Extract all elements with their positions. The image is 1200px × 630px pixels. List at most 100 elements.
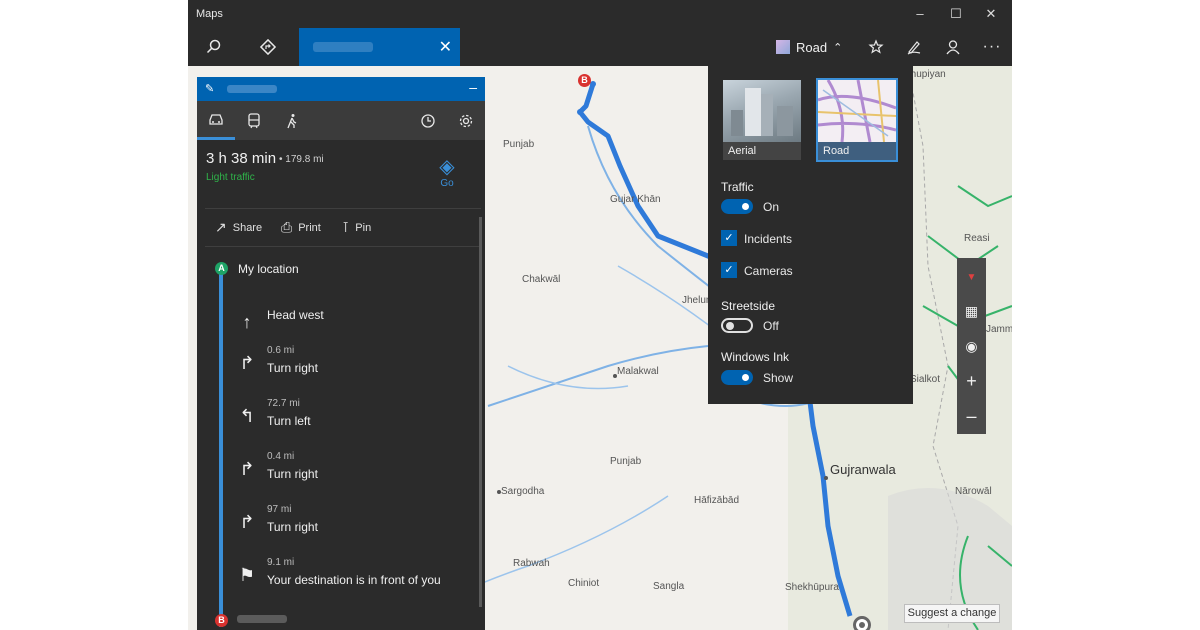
print-icon: ⎙ (281, 219, 293, 235)
scrollbar[interactable] (479, 217, 482, 607)
share-icon: ↗ (215, 219, 227, 235)
turn-left-icon: ↰ (239, 406, 255, 426)
location-marker[interactable] (853, 616, 871, 630)
tilt-3d-icon[interactable]: ▦ (957, 294, 986, 329)
favorites-icon[interactable] (856, 28, 896, 66)
share-label: Share (232, 221, 263, 234)
suggest-change-button[interactable]: Suggest a change (904, 604, 1000, 623)
road-thumbnail (817, 79, 897, 143)
directions-tab[interactable]: ✕ (299, 28, 460, 66)
ink-pen-icon[interactable] (894, 28, 934, 66)
directions-panel: ✎ – 3 h 38 min • 179.8 mi Light traffic … (197, 77, 485, 630)
navigate-icon: ◈ (439, 156, 455, 178)
directions-steps: A My location ↑ Head west ↱ 0.6 mi Turn … (197, 255, 485, 630)
destination-marker-b[interactable]: B (578, 74, 591, 87)
map-label-narowal: Nārowāl (955, 486, 992, 497)
close-window-icon[interactable]: ✕ (976, 4, 1006, 24)
maps-window: Maps – ☐ ✕ ✕ Road ⌃ ··· Shupiyan Punjab … (188, 0, 1012, 630)
edit-icon[interactable]: ✎ (205, 82, 214, 95)
map-label-jammu: Jammu (986, 324, 1012, 335)
go-label: Go (440, 178, 454, 189)
maximize-icon[interactable]: ☐ (941, 4, 971, 24)
redacted-text (313, 42, 373, 52)
walk-mode-icon[interactable] (273, 101, 311, 140)
toggle-knob (726, 322, 734, 330)
streetside-label: Streetside (721, 299, 776, 313)
step-item[interactable]: ↰ 72.7 mi Turn left (237, 398, 477, 442)
map-label-chakwal: Chakwāl (522, 274, 561, 285)
step-item[interactable]: ↱ 0.4 mi Turn right (237, 451, 477, 495)
transit-mode-icon[interactable] (235, 101, 273, 140)
end-marker-b: B (215, 614, 228, 627)
my-location-icon[interactable]: ◉ (957, 329, 986, 364)
pin-button[interactable]: ⊺ Pin (342, 219, 371, 236)
close-tab-icon[interactable]: ✕ (439, 37, 452, 57)
share-button[interactable]: ↗ Share (215, 219, 262, 236)
map-layers-flyout: Aerial Road Traffic On ✓ Incidents ✓ Cam… (708, 66, 913, 404)
step-distance: 0.6 mi (267, 345, 295, 356)
incidents-checkbox[interactable]: ✓ (721, 230, 737, 246)
road-style-option[interactable]: Road (816, 78, 898, 162)
map-dot-malakwal (613, 374, 617, 378)
step-item[interactable]: ↱ 97 mi Turn right (237, 504, 477, 548)
flag-icon: ⚑ (238, 565, 256, 585)
go-button[interactable]: ◈ Go (435, 156, 459, 189)
directions-icon[interactable] (248, 28, 288, 66)
aerial-thumbnail (723, 80, 801, 142)
map-label-reasi: Reasi (964, 233, 990, 244)
turn-right-icon: ↱ (239, 512, 255, 532)
account-icon[interactable] (933, 28, 973, 66)
turn-right-icon: ↱ (239, 459, 255, 479)
zoom-out-icon[interactable]: – (957, 399, 986, 434)
map-style-label: Road (796, 39, 828, 55)
step-instruction: Your destination is in front of you (267, 573, 441, 587)
chevron-up-icon: ⌃ (833, 41, 843, 54)
map-label-malakwal: Malakwal (617, 366, 659, 377)
map-label-hafizabad: Hāfizābād (694, 495, 740, 506)
title-bar: Maps – ☐ ✕ (188, 0, 1012, 28)
clock-icon[interactable] (409, 101, 447, 140)
step-distance: 0.4 mi (267, 451, 295, 462)
zoom-in-icon[interactable]: + (957, 364, 986, 399)
windows-ink-label: Windows Ink (721, 350, 790, 364)
map-label-gujar-khan: Gujar Khān (610, 194, 661, 205)
map-style-button[interactable]: Road ⌃ (776, 28, 842, 66)
compass-icon[interactable]: ▼ (957, 260, 986, 295)
map-label-rabwah: Rabwah (513, 558, 550, 569)
print-button[interactable]: ⎙ Print (281, 219, 321, 236)
search-icon[interactable] (194, 28, 234, 66)
map-label-punjab-2: Punjab (610, 456, 642, 467)
aerial-style-option[interactable]: Aerial (723, 80, 801, 160)
travel-mode-bar (197, 101, 485, 140)
toggle-knob (742, 203, 749, 210)
route-summary[interactable]: 3 h 38 min • 179.8 mi Light traffic ◈ Go (197, 140, 485, 208)
more-icon[interactable]: ··· (972, 28, 1012, 66)
step-item[interactable]: ↱ 0.6 mi Turn right (237, 345, 477, 389)
cameras-label: Cameras (744, 264, 793, 278)
step-item[interactable]: ↑ Head west (237, 304, 477, 348)
app-title: Maps (196, 8, 223, 20)
step-distance: 97 mi (267, 504, 292, 515)
cameras-checkbox[interactable]: ✓ (721, 262, 737, 278)
directions-header: ✎ – (197, 77, 485, 101)
streetside-toggle[interactable] (721, 318, 753, 333)
pin-icon: ⊺ (342, 219, 350, 235)
road-style-icon (776, 40, 790, 54)
redacted-text (227, 85, 277, 93)
map-label-sheikhupura: Shekhūpura (785, 582, 839, 593)
step-item[interactable]: ⚑ 9.1 mi Your destination is in front of… (237, 557, 477, 601)
road-label: Road (818, 142, 896, 160)
start-location[interactable]: My location (238, 262, 299, 276)
traffic-label: Traffic (721, 180, 754, 194)
minimize-icon[interactable]: – (905, 4, 935, 24)
traffic-toggle[interactable] (721, 199, 753, 214)
windows-ink-toggle[interactable] (721, 370, 753, 385)
step-instruction: Turn right (267, 361, 318, 375)
map-label-sialkot: Sialkot (910, 374, 941, 385)
route-actions: ↗ Share ⎙ Print ⊺ Pin (197, 215, 485, 245)
divider (205, 246, 481, 247)
drive-mode-icon[interactable] (197, 101, 235, 140)
settings-gear-icon[interactable] (447, 101, 485, 140)
collapse-icon[interactable]: – (469, 79, 477, 95)
map-controls: ▼ ▦ ◉ + – (957, 258, 986, 434)
